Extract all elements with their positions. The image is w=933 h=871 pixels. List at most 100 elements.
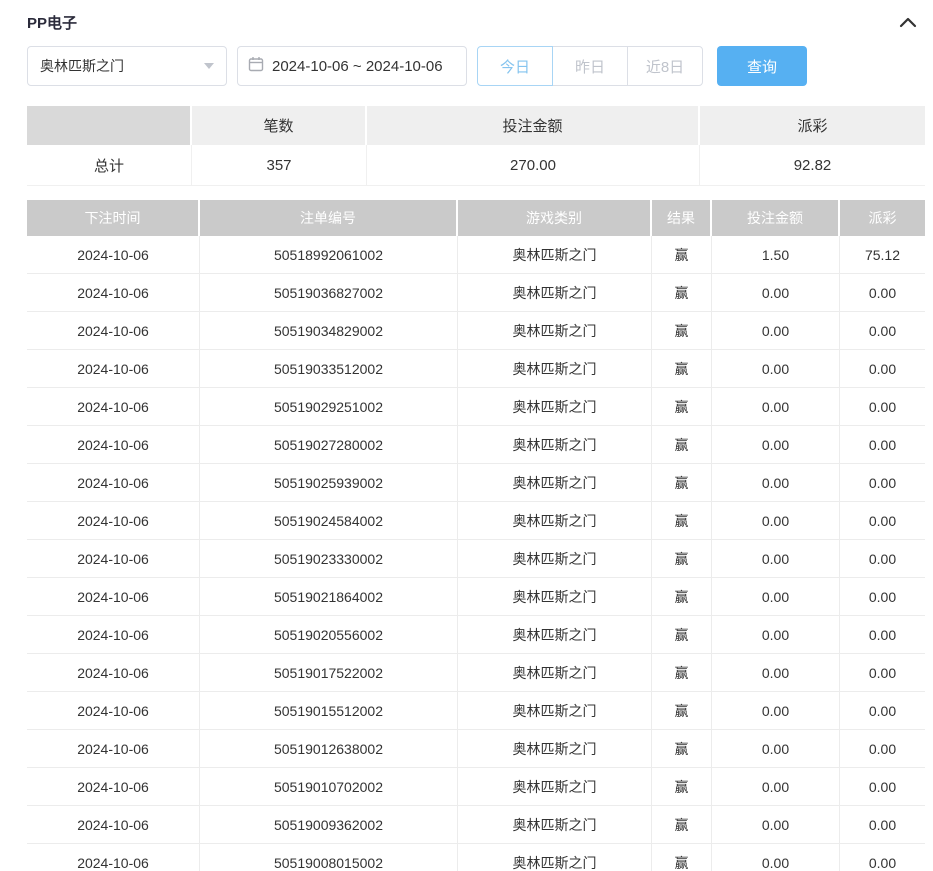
cell-bet-amount: 0.00 <box>712 426 840 464</box>
summary-table: 笔数 投注金额 派彩 总计 357 270.00 92.82 <box>27 106 925 186</box>
summary-header-blank <box>27 106 192 145</box>
cell-bet-time: 2024-10-06 <box>27 350 200 388</box>
summary-header-row: 笔数 投注金额 派彩 <box>27 106 925 145</box>
cell-bet-time: 2024-10-06 <box>27 236 200 274</box>
cell-game-type: 奥林匹斯之门 <box>458 730 652 768</box>
table-row: 2024-10-0650519027280002奥林匹斯之门赢0.000.00 <box>27 426 925 464</box>
table-row: 2024-10-0650519012638002奥林匹斯之门赢0.000.00 <box>27 730 925 768</box>
cell-bet-time: 2024-10-06 <box>27 578 200 616</box>
cell-bet-id: 50519027280002 <box>200 426 458 464</box>
cell-bet-id: 50519033512002 <box>200 350 458 388</box>
cell-game-type: 奥林匹斯之门 <box>458 274 652 312</box>
cell-bet-id: 50519036827002 <box>200 274 458 312</box>
cell-bet-id: 50519024584002 <box>200 502 458 540</box>
cell-game-type: 奥林匹斯之门 <box>458 806 652 844</box>
cell-bet-amount: 0.00 <box>712 540 840 578</box>
cell-bet-amount: 0.00 <box>712 350 840 388</box>
cell-bet-amount: 0.00 <box>712 464 840 502</box>
cell-bet-amount: 0.00 <box>712 730 840 768</box>
cell-bet-id: 50519008015002 <box>200 844 458 871</box>
cell-bet-time: 2024-10-06 <box>27 312 200 350</box>
cell-bet-time: 2024-10-06 <box>27 730 200 768</box>
chevron-up-icon <box>899 15 917 32</box>
table-body: 2024-10-0650518992061002奥林匹斯之门赢1.5075.12… <box>27 236 925 871</box>
cell-payout: 0.00 <box>840 502 925 540</box>
cell-result: 赢 <box>652 502 712 540</box>
cell-game-type: 奥林匹斯之门 <box>458 692 652 730</box>
cell-game-type: 奥林匹斯之门 <box>458 350 652 388</box>
cell-bet-id: 50519025939002 <box>200 464 458 502</box>
cell-game-type: 奥林匹斯之门 <box>458 768 652 806</box>
cell-bet-time: 2024-10-06 <box>27 806 200 844</box>
table-row: 2024-10-0650519025939002奥林匹斯之门赢0.000.00 <box>27 464 925 502</box>
date-range-value: 2024-10-06 ~ 2024-10-06 <box>272 58 443 75</box>
today-button[interactable]: 今日 <box>477 46 553 86</box>
cell-bet-id: 50519015512002 <box>200 692 458 730</box>
cell-result: 赢 <box>652 616 712 654</box>
cell-result: 赢 <box>652 312 712 350</box>
cell-result: 赢 <box>652 426 712 464</box>
table-row: 2024-10-0650519020556002奥林匹斯之门赢0.000.00 <box>27 616 925 654</box>
cell-game-type: 奥林匹斯之门 <box>458 844 652 871</box>
cell-bet-id: 50519021864002 <box>200 578 458 616</box>
game-select-value: 奥林匹斯之门 <box>40 56 124 76</box>
chevron-down-icon <box>204 63 214 69</box>
table-row: 2024-10-0650518992061002奥林匹斯之门赢1.5075.12 <box>27 236 925 274</box>
quick-date-group: 今日 昨日 近8日 <box>477 46 703 86</box>
table-row: 2024-10-0650519021864002奥林匹斯之门赢0.000.00 <box>27 578 925 616</box>
cell-result: 赢 <box>652 274 712 312</box>
cell-bet-amount: 0.00 <box>712 654 840 692</box>
yesterday-button[interactable]: 昨日 <box>552 46 628 86</box>
cell-bet-id: 50519020556002 <box>200 616 458 654</box>
cell-payout: 0.00 <box>840 844 925 871</box>
last-8-days-button[interactable]: 近8日 <box>627 46 703 86</box>
summary-header-payout: 派彩 <box>700 106 925 145</box>
cell-bet-id: 50519010702002 <box>200 768 458 806</box>
cell-game-type: 奥林匹斯之门 <box>458 312 652 350</box>
cell-bet-time: 2024-10-06 <box>27 426 200 464</box>
cell-result: 赢 <box>652 540 712 578</box>
cell-game-type: 奥林匹斯之门 <box>458 540 652 578</box>
cell-payout: 75.12 <box>840 236 925 274</box>
cell-bet-time: 2024-10-06 <box>27 274 200 312</box>
table-row: 2024-10-0650519036827002奥林匹斯之门赢0.000.00 <box>27 274 925 312</box>
cell-bet-amount: 0.00 <box>712 274 840 312</box>
cell-result: 赢 <box>652 654 712 692</box>
cell-bet-time: 2024-10-06 <box>27 540 200 578</box>
cell-bet-amount: 0.00 <box>712 692 840 730</box>
summary-header-count: 笔数 <box>192 106 367 145</box>
cell-result: 赢 <box>652 464 712 502</box>
table-header-row: 下注时间 注单编号 游戏类别 结果 投注金额 派彩 <box>27 200 925 236</box>
table-row: 2024-10-0650519034829002奥林匹斯之门赢0.000.00 <box>27 312 925 350</box>
bet-records-table: 下注时间 注单编号 游戏类别 结果 投注金额 派彩 2024-10-065051… <box>27 200 925 871</box>
cell-payout: 0.00 <box>840 388 925 426</box>
cell-bet-time: 2024-10-06 <box>27 654 200 692</box>
game-select[interactable]: 奥林匹斯之门 <box>27 46 227 86</box>
cell-bet-id: 50519009362002 <box>200 806 458 844</box>
cell-bet-id: 50519029251002 <box>200 388 458 426</box>
cell-game-type: 奥林匹斯之门 <box>458 426 652 464</box>
collapse-toggle[interactable] <box>899 16 925 28</box>
search-button[interactable]: 查询 <box>717 46 807 86</box>
cell-bet-time: 2024-10-06 <box>27 464 200 502</box>
cell-payout: 0.00 <box>840 464 925 502</box>
table-row: 2024-10-0650519017522002奥林匹斯之门赢0.000.00 <box>27 654 925 692</box>
cell-bet-amount: 0.00 <box>712 578 840 616</box>
summary-total-count: 357 <box>192 145 367 186</box>
cell-payout: 0.00 <box>840 274 925 312</box>
cell-bet-time: 2024-10-06 <box>27 502 200 540</box>
cell-bet-amount: 1.50 <box>712 236 840 274</box>
cell-bet-time: 2024-10-06 <box>27 768 200 806</box>
date-range-input[interactable]: 2024-10-06 ~ 2024-10-06 <box>237 46 467 86</box>
header-bet-time: 下注时间 <box>27 200 200 236</box>
cell-bet-id: 50519017522002 <box>200 654 458 692</box>
cell-payout: 0.00 <box>840 806 925 844</box>
cell-game-type: 奥林匹斯之门 <box>458 464 652 502</box>
summary-header-bet-amount: 投注金额 <box>367 106 700 145</box>
cell-result: 赢 <box>652 806 712 844</box>
cell-bet-id: 50518992061002 <box>200 236 458 274</box>
cell-bet-amount: 0.00 <box>712 502 840 540</box>
cell-game-type: 奥林匹斯之门 <box>458 578 652 616</box>
cell-payout: 0.00 <box>840 692 925 730</box>
cell-result: 赢 <box>652 844 712 871</box>
